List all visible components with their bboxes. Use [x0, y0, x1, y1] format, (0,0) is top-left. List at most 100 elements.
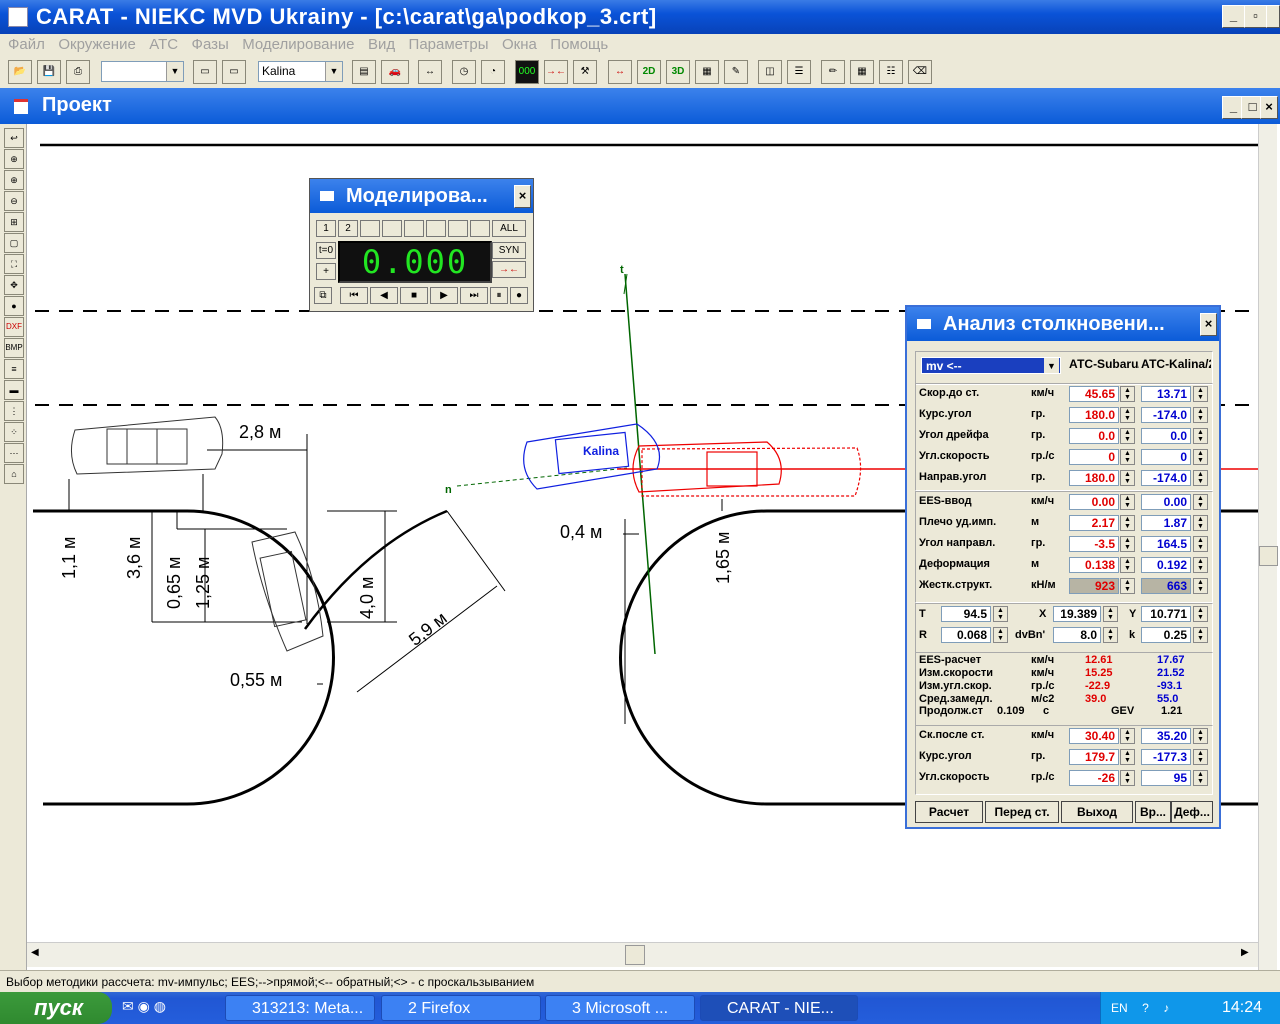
hscroll-thumb[interactable] — [625, 945, 645, 965]
menu-view[interactable]: Вид — [368, 34, 395, 56]
spinner[interactable]: ▲ ▼ — [1193, 449, 1208, 465]
impact-vehicle1-field[interactable]: 0.00 — [1069, 494, 1119, 510]
spinner[interactable]: ▲ ▼ — [1120, 470, 1135, 486]
spinner[interactable]: ▲ ▼ — [1120, 515, 1135, 531]
sim-stop-icon[interactable]: ■ — [400, 287, 428, 304]
view-icon[interactable]: ▭ — [193, 60, 217, 84]
eraser-icon[interactable]: ⌫ — [908, 60, 932, 84]
counter-icon[interactable]: 000 — [515, 60, 539, 84]
impact-vehicle1-field[interactable]: 0.138 — [1069, 557, 1119, 573]
minimize-button[interactable]: _ — [1222, 5, 1245, 28]
spinner[interactable]: ▲ ▼ — [1193, 557, 1208, 573]
sim-plus-button[interactable]: + — [316, 263, 336, 280]
house-icon[interactable]: ⌂ — [4, 464, 24, 484]
post-impact-vehicle1-field[interactable]: 30.40 — [1069, 728, 1119, 744]
pre-impact-vehicle2-field[interactable]: -174.0 — [1141, 470, 1191, 486]
save-icon[interactable]: 💾 — [37, 60, 61, 84]
param-y-spinner[interactable]: ▲ ▼ — [1193, 606, 1208, 622]
browser-icon[interactable]: ◉ — [138, 998, 150, 1014]
param-r-field[interactable]: 0.068 — [941, 627, 991, 643]
zoom-out-icon[interactable]: ⊖ — [4, 191, 24, 211]
menu-file[interactable]: Файл — [8, 34, 45, 56]
menu-phases[interactable]: Фазы — [192, 34, 229, 56]
undo-icon[interactable]: ↩ — [4, 128, 24, 148]
vertical-scrollbar[interactable] — [1258, 124, 1278, 970]
post-impact-vehicle1-field[interactable]: 179.7 — [1069, 749, 1119, 765]
sim-collision-icon[interactable]: →← — [492, 261, 526, 278]
spinner[interactable]: ▲ ▼ — [1193, 770, 1208, 786]
impact-vehicle2-field[interactable]: 0.192 — [1141, 557, 1191, 573]
sim-record-icon[interactable]: ● — [510, 287, 528, 304]
post-impact-vehicle1-field[interactable]: -26 — [1069, 770, 1119, 786]
sim-syn-button[interactable]: SYN — [492, 242, 526, 259]
sim-copy-icon[interactable]: ⧉ — [314, 287, 332, 304]
sim-pause-icon[interactable]: ⏸ — [490, 287, 508, 304]
close-button[interactable] — [1266, 5, 1280, 28]
spinner[interactable]: ▲ ▼ — [1193, 407, 1208, 423]
simulation-close-button[interactable]: × — [514, 185, 531, 208]
sim-phase-button[interactable] — [382, 220, 402, 237]
spinner[interactable]: ▲ ▼ — [1193, 470, 1208, 486]
param-k-spinner[interactable]: ▲ ▼ — [1193, 627, 1208, 643]
spinner[interactable]: ▲ ▼ — [1120, 407, 1135, 423]
simulation-title-bar[interactable]: Моделирова... × — [310, 179, 533, 213]
spinner[interactable]: ▲ ▼ — [1120, 428, 1135, 444]
restore-button[interactable]: ▫ — [1244, 5, 1267, 28]
pre-impact-vehicle1-field[interactable]: 0.0 — [1069, 428, 1119, 444]
dxf-icon[interactable]: DXF — [4, 317, 24, 337]
sim-back-icon[interactable]: ◀ — [370, 287, 398, 304]
layer-select[interactable]: ▼ — [101, 61, 184, 82]
view-2d-icon[interactable]: 2D — [637, 60, 661, 84]
spinner[interactable]: ▲ ▼ — [1193, 728, 1208, 744]
project-close-button[interactable]: × — [1260, 96, 1278, 119]
sim-phase-button[interactable] — [448, 220, 468, 237]
tools-icon[interactable]: ⚒ — [573, 60, 597, 84]
spinner[interactable]: ▲ ▼ — [1120, 536, 1135, 552]
bmp-icon[interactable]: BMP — [4, 338, 24, 358]
spinner[interactable]: ▲ ▼ — [1120, 749, 1135, 765]
film-icon[interactable]: ▬ — [4, 380, 24, 400]
menu-help[interactable]: Помощь — [550, 34, 608, 56]
speaker-icon[interactable]: ♪ — [1163, 1001, 1169, 1015]
collision-close-button[interactable]: × — [1200, 313, 1217, 336]
grid3-icon[interactable]: ⋯ — [4, 443, 24, 463]
split-vertical-icon[interactable]: ◫ — [758, 60, 782, 84]
table-icon[interactable]: ▦ — [695, 60, 719, 84]
layers-icon[interactable]: ≡ — [4, 359, 24, 379]
param-y-field[interactable]: 10.771 — [1141, 606, 1191, 622]
impact-vehicle2-field[interactable]: 164.5 — [1141, 536, 1191, 552]
method-select[interactable]: mv <-- ▼ — [921, 357, 1061, 374]
pre-impact-vehicle1-field[interactable]: 180.0 — [1069, 470, 1119, 486]
sim-all-button[interactable]: ALL — [492, 220, 526, 237]
open-icon[interactable]: 📂 — [8, 60, 32, 84]
grid2-icon[interactable]: ⁘ — [4, 422, 24, 442]
impact-vehicle2-field[interactable]: 1.87 — [1141, 515, 1191, 531]
sim-last-icon[interactable]: ⏭ — [460, 287, 488, 304]
scroll-right-icon[interactable]: ▶ — [1241, 947, 1249, 958]
sim-phase-2-button[interactable]: 2 — [338, 220, 358, 237]
spinner[interactable]: ▲ ▼ — [1120, 557, 1135, 573]
view2-icon[interactable]: ▭ — [222, 60, 246, 84]
sim-play-icon[interactable]: ▶ — [430, 287, 458, 304]
collision-title-bar[interactable]: Анализ столкновени... × — [907, 307, 1219, 341]
pre-impact-vehicle1-field[interactable]: 45.65 — [1069, 386, 1119, 402]
param-x-field[interactable]: 19.389 — [1053, 606, 1101, 622]
before-impact-button[interactable]: Перед ст. — [985, 801, 1059, 823]
param-r-spinner[interactable]: ▲ ▼ — [993, 627, 1008, 643]
spinner[interactable]: ▲ ▼ — [1193, 494, 1208, 510]
pre-impact-vehicle1-field[interactable]: 180.0 — [1069, 407, 1119, 423]
param-dvbn-field[interactable]: 8.0 — [1053, 627, 1101, 643]
exit-button[interactable]: Выход — [1061, 801, 1133, 823]
deformation-button[interactable]: Деф... — [1171, 801, 1213, 823]
measure-icon[interactable]: ↔ — [418, 60, 442, 84]
sim-phase-1-button[interactable]: 1 — [316, 220, 336, 237]
pre-impact-vehicle2-field[interactable]: 0 — [1141, 449, 1191, 465]
post-impact-vehicle2-field[interactable]: 95 — [1141, 770, 1191, 786]
zoom-in-icon[interactable]: ⊕ — [4, 149, 24, 169]
view-3d-icon[interactable]: 3D — [666, 60, 690, 84]
param-x-spinner[interactable]: ▲ ▼ — [1103, 606, 1118, 622]
edit-icon[interactable]: ✎ — [724, 60, 748, 84]
scroll-thumb[interactable] — [1259, 546, 1278, 566]
sim-phase-button[interactable] — [360, 220, 380, 237]
vehicle-select[interactable]: Kalina ▼ — [258, 61, 343, 82]
